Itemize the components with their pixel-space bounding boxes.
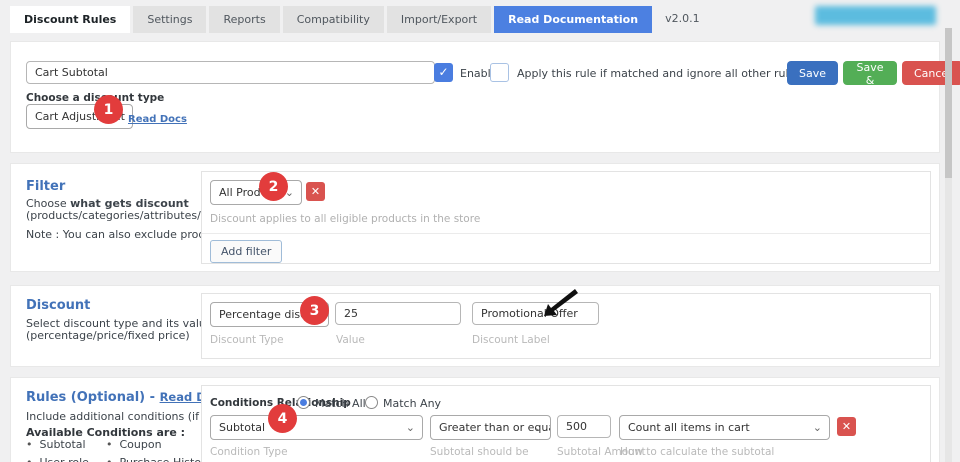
discount-label-input[interactable]: [472, 302, 599, 325]
redacted-banner: [815, 6, 936, 25]
amount-input[interactable]: [557, 415, 611, 438]
filter-panel: All Products ⌄ 2 ✕ Discount applies to a…: [201, 171, 931, 264]
enable-checkbox[interactable]: ✓: [434, 63, 453, 82]
tab-bar: Discount Rules Settings Reports Compatib…: [10, 6, 700, 33]
match-any-radio[interactable]: [365, 396, 378, 409]
condition-item-user-role: •User role: [26, 456, 106, 462]
version-label: v2.0.1: [665, 12, 700, 33]
condition-type-field-label: Condition Type: [210, 446, 288, 458]
remove-filter-button[interactable]: ✕: [306, 182, 325, 201]
bullet-icon: •: [26, 456, 33, 462]
discount-value-input[interactable]: [335, 302, 461, 325]
tab-import-export[interactable]: Import/Export: [387, 6, 491, 33]
save-close-button[interactable]: Save & Close: [843, 61, 897, 85]
tab-reports[interactable]: Reports: [209, 6, 279, 33]
filter-heading: Filter: [26, 179, 65, 194]
read-docs-link[interactable]: Read Docs: [128, 114, 187, 125]
filter-helper-text: Discount applies to all eligible product…: [210, 213, 480, 225]
discount-desc-line2: (percentage/price/fixed price): [26, 329, 190, 342]
bullet-icon: •: [106, 438, 113, 451]
calc-select[interactable]: Count all items in cart ⌄: [619, 415, 830, 440]
rule-header-card: ✓ Enable? Apply this rule if matched and…: [10, 41, 940, 153]
check-icon: ✓: [438, 65, 448, 79]
step-badge-2: 2: [259, 172, 288, 201]
rule-title-input[interactable]: [26, 61, 435, 84]
rules-heading: Rules (Optional) - Read Docs: [26, 390, 227, 405]
rules-heading-text: Rules (Optional) -: [26, 390, 160, 405]
scrollbar-thumb[interactable]: [945, 28, 952, 178]
chevron-down-icon: ⌄: [534, 416, 543, 439]
condition-type-select[interactable]: Subtotal ⌄: [210, 415, 423, 440]
close-icon: ✕: [842, 420, 851, 433]
step-badge-1: 1: [94, 95, 123, 124]
available-conditions-list: •Subtotal •Coupon •User role •Purchase H…: [26, 438, 212, 462]
apply-rule-checkbox[interactable]: [490, 63, 509, 82]
match-all-label: Match All: [315, 397, 366, 410]
add-filter-button[interactable]: Add filter: [210, 240, 282, 263]
filter-card: Filter Choose what gets discount (produc…: [10, 163, 940, 272]
remove-condition-button[interactable]: ✕: [837, 417, 856, 436]
discount-card: Discount Select discount type and its va…: [10, 285, 940, 367]
condition-item-purchase-history: •Purchase History: [106, 456, 212, 462]
annotation-arrow-icon: [538, 289, 578, 319]
calc-field-label: How to calculate the subtotal: [620, 446, 774, 458]
tab-discount-rules[interactable]: Discount Rules: [10, 6, 130, 33]
condition-item-coupon: •Coupon: [106, 438, 212, 451]
condition-item-subtotal: •Subtotal: [26, 438, 106, 451]
action-buttons: Save Save & Close Cancel: [787, 61, 960, 85]
rules-panel: Conditions Relationship Match All Match …: [201, 385, 931, 462]
discount-heading: Discount: [26, 298, 90, 313]
chevron-down-icon: ⌄: [813, 416, 822, 439]
rules-card: Rules (Optional) - Read Docs Include add…: [10, 377, 940, 462]
step-badge-3: 3: [300, 296, 329, 325]
bullet-icon: •: [106, 456, 113, 462]
operator-field-label: Subtotal should be: [430, 446, 529, 458]
save-button[interactable]: Save: [787, 61, 838, 85]
apply-rule-label: Apply this rule if matched and ignore al…: [517, 67, 801, 80]
match-all-radio[interactable]: [297, 396, 310, 409]
discount-type-field-label: Discount Type: [210, 334, 284, 346]
tab-compatibility[interactable]: Compatibility: [283, 6, 384, 33]
panel-divider: [202, 233, 930, 234]
close-icon: ✕: [311, 185, 320, 198]
tab-read-documentation[interactable]: Read Documentation: [494, 6, 652, 33]
condition-type-value: Subtotal: [219, 421, 265, 434]
tab-settings[interactable]: Settings: [133, 6, 206, 33]
bullet-icon: •: [26, 438, 33, 451]
calc-value: Count all items in cart: [628, 421, 750, 434]
match-any-label: Match Any: [383, 397, 441, 410]
vertical-scrollbar[interactable]: [945, 28, 952, 462]
value-field-label: Value: [336, 334, 365, 346]
operator-select[interactable]: Greater than or equal ( >= ) ⌄: [430, 415, 551, 440]
chevron-down-icon: ⌄: [406, 416, 415, 439]
discount-rules-page: Discount Rules Settings Reports Compatib…: [0, 0, 960, 462]
step-badge-4: 4: [268, 404, 297, 433]
product-filter-select[interactable]: All Products ⌄: [210, 180, 302, 205]
discount-label-field-label: Discount Label: [472, 334, 550, 346]
